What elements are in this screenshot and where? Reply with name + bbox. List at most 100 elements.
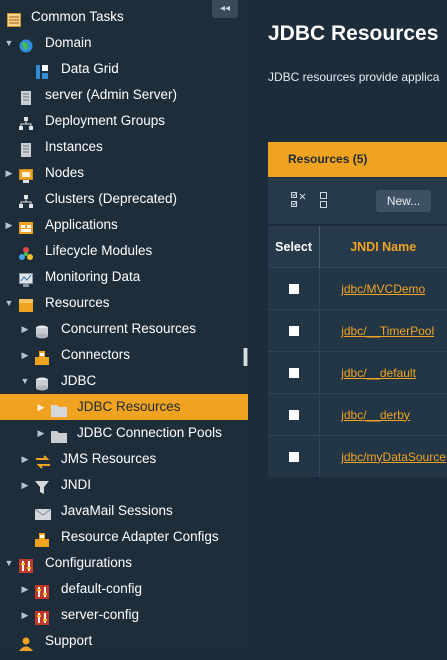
jndi-name-link[interactable]: jdbc/__derby xyxy=(341,408,410,422)
collapsed-arrow-icon[interactable]: ▶ xyxy=(19,602,31,628)
tree-item-domain[interactable]: ▼ Domain xyxy=(0,30,248,56)
tree-item-label: Lifecycle Modules xyxy=(45,243,153,258)
collapsed-arrow-icon[interactable]: ▶ xyxy=(19,342,31,368)
tree-item-label: Instances xyxy=(45,139,103,154)
tree-item-jdbc-connection-pools[interactable]: ▶ JDBC Connection Pools xyxy=(0,420,248,446)
jndi-name-link[interactable]: jdbc/MVCDemo xyxy=(341,282,425,296)
tree-item-label: default-config xyxy=(61,581,143,596)
filter-icon xyxy=(35,478,49,494)
instances-icon xyxy=(19,140,33,157)
column-header-jndi-name[interactable]: JNDI Name xyxy=(319,226,447,268)
config-icon xyxy=(35,582,49,599)
tree-item-lifecycle-modules[interactable]: Lifecycle Modules xyxy=(0,238,248,264)
row-checkbox[interactable] xyxy=(288,452,299,463)
table-row: jdbc/MVCDemo xyxy=(268,267,447,310)
tree-item-label: JavaMail Sessions xyxy=(61,503,173,518)
expanded-arrow-icon[interactable]: ▼ xyxy=(3,550,15,576)
expanded-arrow-icon[interactable]: ▼ xyxy=(3,290,15,316)
jndi-name-link[interactable]: jdbc/__TimerPool xyxy=(341,324,434,338)
select-all-icon[interactable] xyxy=(291,191,307,209)
tree-item-server[interactable]: server (Admin Server) xyxy=(0,82,248,108)
tree-item-jndi[interactable]: ▶ JNDI xyxy=(0,472,248,498)
applications-icon xyxy=(19,218,33,234)
tree-item-connectors[interactable]: ▶ Connectors xyxy=(0,342,248,368)
tree-item-label: JDBC Resources xyxy=(77,399,181,414)
tree-item-resource-adapter-configs[interactable]: Resource Adapter Configs xyxy=(0,524,248,550)
tree-item-instances[interactable]: Instances xyxy=(0,134,248,160)
collapsed-arrow-icon[interactable]: ▶ xyxy=(19,316,31,342)
tree-item-deployment-groups[interactable]: Deployment Groups xyxy=(0,108,248,134)
monitoring-icon xyxy=(19,270,33,287)
config-icon xyxy=(35,608,49,625)
deployment-groups-icon xyxy=(19,114,33,130)
tree-item-label: JNDI xyxy=(61,477,91,492)
tree-item-label: Connectors xyxy=(61,347,131,362)
jndi-name-link[interactable]: jdbc/myDataSource xyxy=(341,450,446,464)
new-button[interactable]: New... xyxy=(376,190,431,212)
tree-item-default-config[interactable]: ▶ default-config xyxy=(0,576,248,602)
jndi-name-link[interactable]: jdbc/__default xyxy=(341,366,416,380)
tree-item-jdbc[interactable]: ▼ JDBC xyxy=(0,368,248,394)
collapsed-arrow-icon[interactable]: ▶ xyxy=(19,472,31,498)
resources-table-header: Resources (5) xyxy=(268,142,447,177)
tree-item-label: Resource Adapter Configs xyxy=(61,529,219,544)
navigation-tree: ◂◂ Common Tasks ▼ Domain Data Grid serve… xyxy=(0,0,248,653)
tree-item-data-grid[interactable]: Data Grid xyxy=(0,56,248,82)
tree-item-label: JDBC xyxy=(61,373,97,388)
tree-item-configurations[interactable]: ▼ Configurations xyxy=(0,550,248,576)
tree-item-common-tasks[interactable]: Common Tasks xyxy=(0,4,248,30)
tree-item-label: Common Tasks xyxy=(31,9,124,24)
tree-item-label: Monitoring Data xyxy=(45,269,141,284)
tree-item-label: Clusters (Deprecated) xyxy=(45,191,178,206)
resources-table: Select JNDI Name jdbc/MVCDemo jdbc/__Tim… xyxy=(268,226,447,477)
nodes-icon xyxy=(19,166,33,183)
table-title: Resources (5) xyxy=(288,152,368,166)
tree-item-label: Support xyxy=(45,633,93,648)
collapsed-arrow-icon[interactable]: ▶ xyxy=(3,160,15,186)
expanded-arrow-icon[interactable]: ▼ xyxy=(3,30,15,56)
tree-item-label: Applications xyxy=(45,217,118,232)
tree-item-label: Concurrent Resources xyxy=(61,321,197,336)
tree-item-nodes[interactable]: ▶ Nodes xyxy=(0,160,248,186)
tree-item-jms-resources[interactable]: ▶ JMS Resources xyxy=(0,446,248,472)
row-checkbox[interactable] xyxy=(288,410,299,421)
tasks-icon xyxy=(7,10,21,27)
data-grid-icon xyxy=(35,62,49,79)
tree-item-label: JDBC Connection Pools xyxy=(77,425,222,440)
collapsed-arrow-icon[interactable]: ▶ xyxy=(19,576,31,602)
config-icon xyxy=(19,556,33,573)
tree-item-concurrent-resources[interactable]: ▶ Concurrent Resources xyxy=(0,316,248,342)
tree-item-resources[interactable]: ▼ Resources xyxy=(0,290,248,316)
page-title: JDBC Resources xyxy=(268,22,439,45)
tree-item-support[interactable]: Support xyxy=(0,628,248,654)
tree-item-label: Domain xyxy=(45,35,92,50)
expanded-arrow-icon[interactable]: ▼ xyxy=(19,368,31,394)
tree-item-label: Deployment Groups xyxy=(45,113,166,128)
tree-item-jdbc-resources[interactable]: ▶ JDBC Resources xyxy=(0,394,248,420)
tree-item-monitoring-data[interactable]: Monitoring Data xyxy=(0,264,248,290)
row-checkbox[interactable] xyxy=(288,326,299,337)
folder-icon xyxy=(51,426,67,443)
tree-item-clusters[interactable]: Clusters (Deprecated) xyxy=(0,186,248,212)
collapsed-arrow-icon[interactable]: ▶ xyxy=(35,394,47,420)
collapsed-arrow-icon[interactable]: ▶ xyxy=(3,212,15,238)
column-header-select[interactable]: Select xyxy=(268,226,321,268)
collapsed-arrow-icon[interactable]: ▶ xyxy=(35,420,47,446)
collapsed-arrow-icon[interactable]: ▶ xyxy=(19,446,31,472)
tree-item-server-config[interactable]: ▶ server-config xyxy=(0,602,248,628)
row-checkbox[interactable] xyxy=(288,368,299,379)
page-description: JDBC resources provide applica xyxy=(268,70,440,84)
tree-item-applications[interactable]: ▶ Applications xyxy=(0,212,248,238)
mail-icon xyxy=(34,504,52,520)
connector-icon xyxy=(35,530,49,547)
row-checkbox[interactable] xyxy=(288,284,299,295)
database-icon xyxy=(35,322,49,339)
tree-item-label: server-config xyxy=(61,607,140,622)
connector-icon xyxy=(35,348,49,365)
lifecycle-icon xyxy=(19,244,33,260)
main-content: JDBC Resources JDBC resources provide ap… xyxy=(248,0,447,653)
tree-item-label: JMS Resources xyxy=(61,451,157,466)
deselect-all-icon[interactable] xyxy=(318,191,334,209)
database-icon xyxy=(35,374,49,391)
tree-item-javamail-sessions[interactable]: JavaMail Sessions xyxy=(0,498,248,524)
